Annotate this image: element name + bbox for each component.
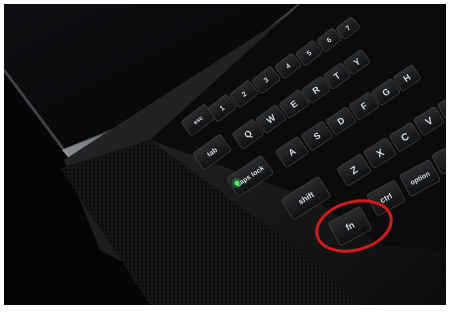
caps-lock-led-glow [232, 178, 242, 188]
photo-canvas: esc1234567tabQWERTYcaps lockASDFGHshiftZ… [0, 0, 450, 309]
laptop-keyboard-photo: esc 1 2 3 4 5 6 7 tab Q W E R T Ycaps lock A S D F G Hshift Z… [0, 0, 450, 309]
